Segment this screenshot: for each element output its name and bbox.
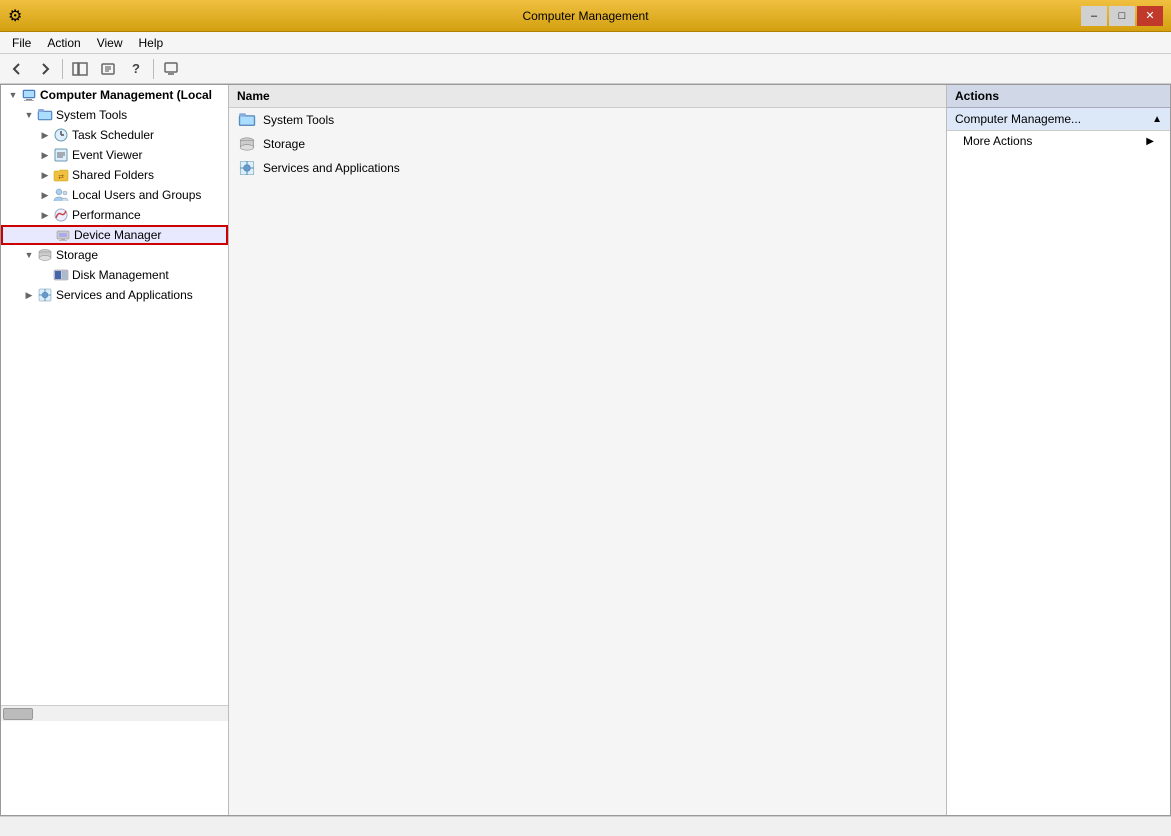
toolbar-separator-1	[62, 59, 63, 79]
system-tools-icon	[37, 107, 53, 123]
content-item-label-storage: Storage	[263, 137, 305, 151]
status-bar	[0, 816, 1171, 836]
services-expand-icon: ▶	[21, 287, 37, 303]
local-users-icon	[53, 187, 69, 203]
computer-icon	[21, 87, 37, 103]
tree-item-local-users[interactable]: ▶ Local Users and Groups	[1, 185, 228, 205]
tree-item-storage[interactable]: ▼ Storage	[1, 245, 228, 265]
tree-item-device-manager[interactable]: ▶ Device Manager	[1, 225, 228, 245]
properties-icon	[101, 62, 115, 76]
forward-button[interactable]	[32, 57, 58, 81]
storage-expand-icon: ▼	[21, 247, 37, 263]
tree-item-task-scheduler[interactable]: ▶ Task Scheduler	[1, 125, 228, 145]
tree-item-label-task-scheduler: Task Scheduler	[72, 128, 154, 142]
services-apps-icon	[37, 287, 53, 303]
content-item-label-system-tools: System Tools	[263, 113, 334, 127]
content-panel: Name System Tools Storage	[229, 85, 946, 815]
tree-root-label: Computer Management (Local	[40, 88, 212, 102]
content-item-services[interactable]: Services and Applications	[229, 156, 946, 180]
tree-item-label-device-manager: Device Manager	[74, 228, 161, 242]
extra-icon	[164, 62, 178, 76]
tree-item-label-event-viewer: Event Viewer	[72, 148, 142, 162]
performance-icon	[53, 207, 69, 223]
svg-text:⇄: ⇄	[58, 174, 64, 181]
storage-icon	[37, 247, 53, 263]
tree-item-performance[interactable]: ▶ Performance	[1, 205, 228, 225]
properties-button[interactable]	[95, 57, 121, 81]
content-column-header: Name	[229, 85, 946, 108]
tree-item-label-local-users: Local Users and Groups	[72, 188, 201, 202]
window-title: Computer Management	[522, 9, 648, 23]
shared-folders-icon: ⇄	[53, 167, 69, 183]
back-button[interactable]	[4, 57, 30, 81]
system-tools-expand-icon: ▼	[21, 107, 37, 123]
performance-expand-icon: ▶	[37, 207, 53, 223]
task-scheduler-expand-icon: ▶	[37, 127, 53, 143]
help-button[interactable]: ?	[123, 57, 149, 81]
show-hide-console-tree-button[interactable]	[67, 57, 93, 81]
actions-section-computer-management[interactable]: Computer Manageme... ▲	[947, 108, 1170, 131]
tree-spacer	[1, 305, 228, 705]
actions-panel: Actions Computer Manageme... ▲ More Acti…	[946, 85, 1170, 815]
menu-view[interactable]: View	[89, 34, 131, 52]
content-item-system-tools[interactable]: System Tools	[229, 108, 946, 132]
tree-item-system-tools[interactable]: ▼ System Tools	[1, 105, 228, 125]
menu-file[interactable]: File	[4, 34, 39, 52]
close-button[interactable]: ✕	[1137, 6, 1163, 26]
task-scheduler-icon	[53, 127, 69, 143]
device-manager-icon	[55, 227, 71, 243]
app-icon: ⚙	[8, 6, 22, 26]
actions-section-scroll-up[interactable]: ▲	[1152, 114, 1162, 125]
window-controls: – □ ✕	[1081, 6, 1163, 26]
event-viewer-icon	[53, 147, 69, 163]
content-services-icon	[237, 158, 257, 178]
forward-icon	[38, 62, 52, 76]
root-expand-icon: ▼	[5, 87, 21, 103]
tree-root[interactable]: ▼ Computer Management (Local	[1, 85, 228, 105]
event-viewer-expand-icon: ▶	[37, 147, 53, 163]
tree-panel[interactable]: ▼ Computer Management (Local ▼	[1, 85, 229, 815]
tree-item-label-shared-folders: Shared Folders	[72, 168, 154, 182]
content-item-label-services: Services and Applications	[263, 161, 400, 175]
title-bar-left: ⚙	[8, 6, 22, 26]
tree-item-shared-folders[interactable]: ▶ ⇄ Shared Folders	[1, 165, 228, 185]
tree-item-label-services-apps: Services and Applications	[56, 288, 193, 302]
title-bar: ⚙ Computer Management – □ ✕	[0, 0, 1171, 32]
tree-item-services-apps[interactable]: ▶ Services and Applications	[1, 285, 228, 305]
actions-header: Actions	[947, 85, 1170, 108]
console-tree-icon	[72, 62, 88, 76]
actions-item-arrow-more-actions: ▶	[1146, 136, 1154, 147]
actions-item-label-more-actions: More Actions	[963, 134, 1032, 148]
menu-help[interactable]: Help	[131, 34, 172, 52]
minimize-button[interactable]: –	[1081, 6, 1107, 26]
content-system-tools-icon	[237, 110, 257, 130]
tree-item-label-storage: Storage	[56, 248, 98, 262]
menu-action[interactable]: Action	[39, 34, 88, 52]
maximize-button[interactable]: □	[1109, 6, 1135, 26]
actions-section-title-label: Computer Manageme...	[955, 112, 1081, 126]
tree-scrollbar[interactable]	[1, 705, 228, 721]
shared-folders-expand-icon: ▶	[37, 167, 53, 183]
tree-item-label-system-tools: System Tools	[56, 108, 127, 122]
content-storage-icon	[237, 134, 257, 154]
tree-item-event-viewer[interactable]: ▶ Event Viewer	[1, 145, 228, 165]
extra-button[interactable]	[158, 57, 184, 81]
tree-item-label-performance: Performance	[72, 208, 141, 222]
tree-item-disk-management[interactable]: ▶ Disk Management	[1, 265, 228, 285]
toolbar-separator-2	[153, 59, 154, 79]
back-icon	[10, 62, 24, 76]
disk-management-icon	[53, 267, 69, 283]
menu-bar: File Action View Help	[0, 32, 1171, 54]
tree-item-label-disk-management: Disk Management	[72, 268, 169, 282]
actions-item-more-actions[interactable]: More Actions ▶	[947, 131, 1170, 151]
content-item-storage[interactable]: Storage	[229, 132, 946, 156]
main-container: ▼ Computer Management (Local ▼	[0, 84, 1171, 816]
local-users-expand-icon: ▶	[37, 187, 53, 203]
scrollbar-thumb[interactable]	[3, 708, 33, 720]
toolbar: ?	[0, 54, 1171, 84]
